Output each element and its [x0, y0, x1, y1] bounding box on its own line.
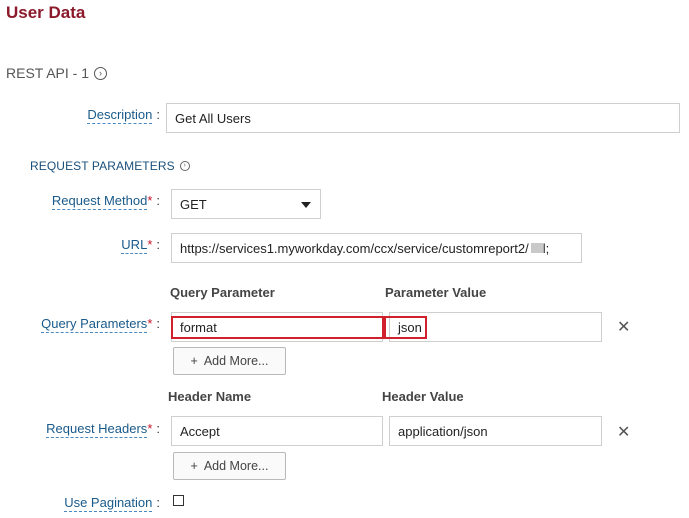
request-parameters-header[interactable]: REQUEST PARAMETERS › [30, 159, 190, 173]
section-header[interactable]: REST API - 1 › [6, 65, 107, 81]
use-pagination-label: Use Pagination [64, 495, 153, 512]
request-method-label: Request Method [51, 193, 148, 210]
request-method-value: GET [180, 196, 207, 212]
section-title: REST API - 1 [6, 65, 89, 81]
description-input[interactable]: Get All Users [166, 103, 680, 133]
chevron-circle-icon[interactable]: › [179, 161, 190, 171]
url-value: https://services1.myworkday.com/ccx/serv… [180, 240, 529, 256]
parameter-value-header: Parameter Value [385, 285, 487, 300]
query-parameter-header: Query Parameter [170, 285, 275, 300]
plus-icon: + [190, 459, 198, 473]
request-headers-label-row: Request Headers*: [46, 421, 160, 438]
query-add-more-button[interactable]: + Add More... [173, 347, 286, 375]
header-add-more-button[interactable]: + Add More... [173, 452, 286, 480]
request-method-select[interactable]: GET [171, 189, 321, 219]
description-label: Description [87, 107, 153, 124]
header-value-header: Header Value [382, 389, 464, 404]
page-title: User Data [6, 3, 86, 22]
close-icon[interactable]: ✕ [617, 422, 630, 442]
plus-icon: + [190, 354, 198, 368]
highlight-box [171, 316, 384, 339]
highlight-box [384, 316, 427, 339]
redacted-text [530, 243, 543, 253]
url-label: URL [121, 237, 148, 254]
query-parameters-label: Query Parameters [41, 316, 148, 333]
query-parameters-label-row: Query Parameters*: [41, 316, 160, 333]
request-parameters-title: REQUEST PARAMETERS [30, 159, 175, 173]
header-name-header: Header Name [168, 389, 252, 404]
url-input[interactable]: https://services1.myworkday.com/ccx/serv… [171, 233, 582, 263]
header-name-input[interactable]: Accept [171, 416, 383, 446]
dropdown-arrow-icon [301, 202, 311, 208]
request-method-label-row: Request Method*: [51, 193, 160, 210]
header-value-input[interactable]: application/json [389, 416, 602, 446]
url-label-row: URL*: [121, 237, 160, 254]
request-headers-label: Request Headers [46, 421, 148, 438]
description-label-row: Description: [87, 107, 160, 124]
use-pagination-checkbox[interactable] [173, 495, 184, 506]
pagination-label-row: Use Pagination: [64, 495, 160, 512]
close-icon[interactable]: ✕ [617, 317, 630, 337]
chevron-circle-icon[interactable]: › [94, 66, 107, 80]
url-trailing: l; [542, 240, 550, 256]
